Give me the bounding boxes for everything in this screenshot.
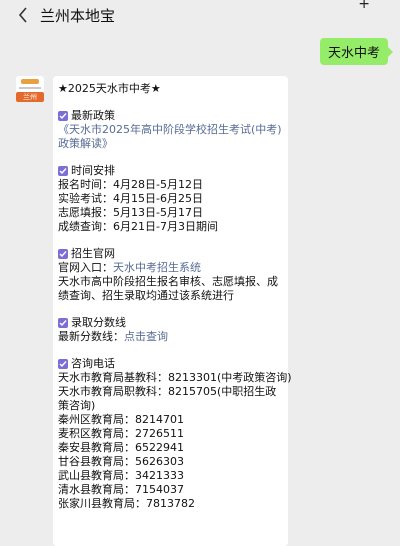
phone-item: 张家川县教育局：7813782 [58,497,195,510]
phone-item: 清水县教育局：7154037 [58,483,184,496]
more-icon[interactable]: + [358,0,370,12]
phone-item: 秦州区教育局：8214701 [58,413,184,426]
checkbox-icon [58,359,68,369]
chat-title: 兰州本地宝 [40,6,116,25]
schedule-item: 志愿填报：5月13日-5月17日 [58,206,203,219]
scores-entry: 最新分数线：点击查询 [58,330,168,343]
phone-item: 麦积区教育局：2726511 [58,427,184,440]
phone-item: 天水市教育局基教科：8213301(中考政策咨询) [58,371,292,384]
phone-item: 武山县教育局：3421333 [58,469,184,482]
website-link[interactable]: 天水中考招生系统 [113,261,201,274]
checkbox-icon [58,111,68,121]
avatar-badge: 兰州 [16,92,44,102]
schedule-item: 实验考试：4月15日-6月25日 [58,192,203,205]
user-message-bubble: 天水中考 [319,38,394,65]
schedule-item: 成绩查询：6月21日-7月3日期间 [58,220,218,233]
phone-item: 甘谷县教育局：5626303 [58,455,184,468]
checkbox-icon [58,249,68,259]
scores-link[interactable]: 点击查询 [124,330,168,343]
website-entry: 官网入口：天水中考招生系统 [58,261,201,274]
card-title: ★2025天水市中考★ [58,82,161,95]
message-card: ★2025天水市中考★ 最新政策 《天水市2025年高中阶段学校招生考试(中考)… [53,76,292,546]
phones-heading: 咨询电话 [58,357,288,371]
schedule-item: 报名时间：4月28日-5月12日 [58,178,203,191]
policy-heading: 最新政策 [58,109,288,123]
checkbox-icon [58,166,68,176]
top-bar: 兰州本地宝 + [0,0,400,30]
phone-item: 秦安县教育局：6522941 [58,441,184,454]
policy-link[interactable]: 《天水市2025年高中阶段学校招生考试(中考)政策解读》 [58,123,283,151]
website-desc: 天水市高中阶段招生报名审核、志愿填报、成绩查询、招生录取均通过该系统进行 [58,275,278,302]
schedule-heading: 时间安排 [58,164,288,178]
phone-item: 天水市教育局职教科：8215705(中职招生政策咨询) [58,385,277,412]
checkbox-icon [58,318,68,328]
website-heading: 招生官网 [58,247,288,261]
chevron-left-icon[interactable] [12,4,34,26]
scores-heading: 录取分数线 [58,316,288,330]
